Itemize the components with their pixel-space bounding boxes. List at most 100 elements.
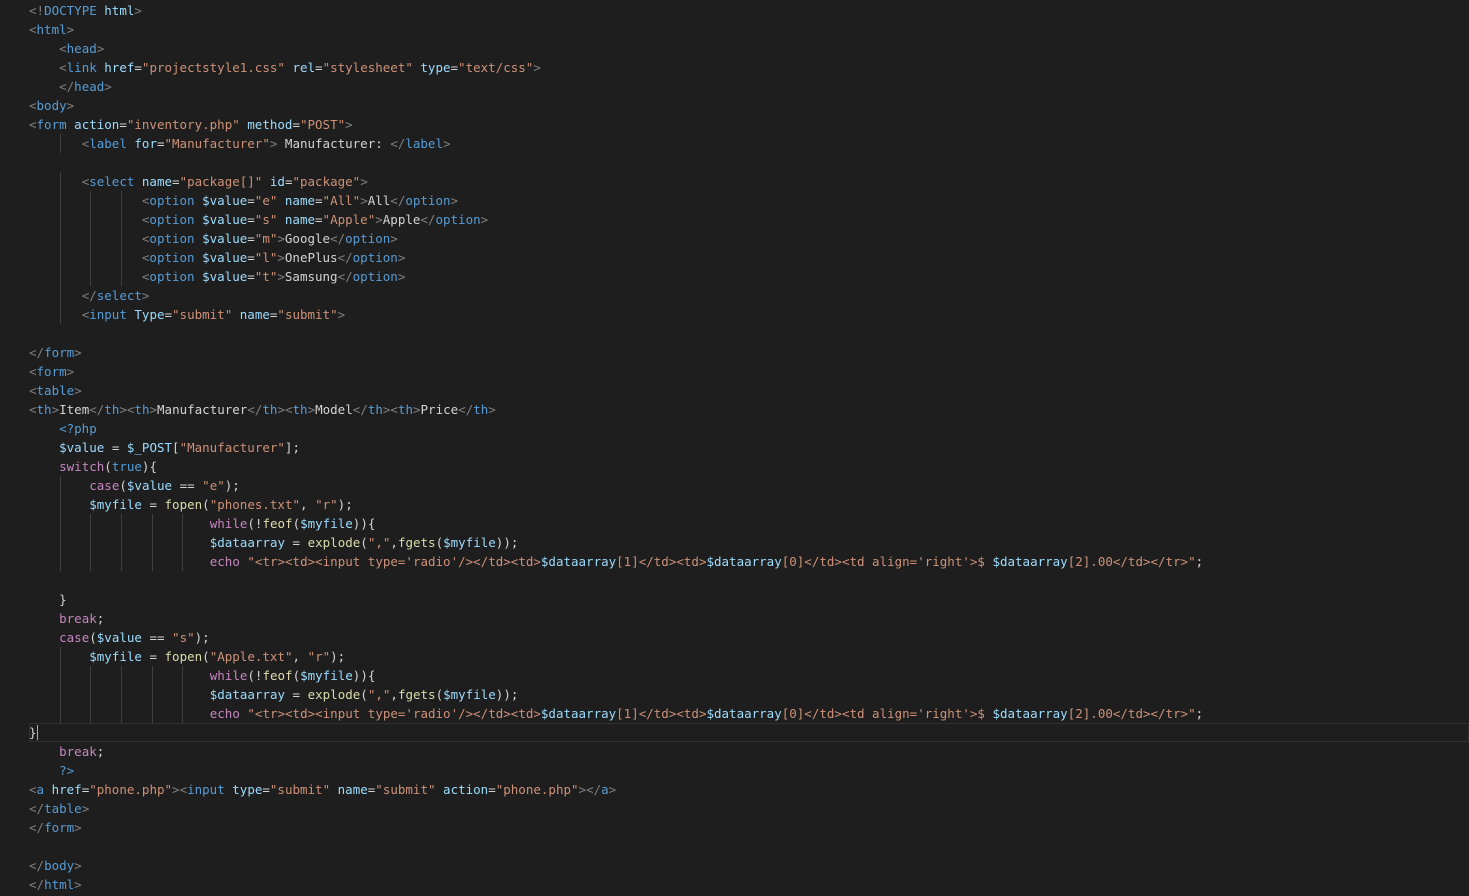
code-line[interactable]: <select name="package[]" id="package"> [0, 172, 1469, 191]
code-line[interactable]: $dataarray = explode(",",fgets($myfile))… [0, 533, 1469, 552]
code-line[interactable]: <head> [0, 39, 1469, 58]
line-number [0, 96, 4, 115]
code-text: <option $value="s" name="Apple">Apple</o… [141, 212, 489, 227]
code-text: while(!feof($myfile)){ [209, 516, 376, 531]
code-line[interactable]: </table> [0, 799, 1469, 818]
code-line[interactable]: </head> [0, 77, 1469, 96]
code-line[interactable]: <option $value="e" name="All">All</optio… [0, 191, 1469, 210]
line-number [0, 666, 4, 685]
code-text: </html> [29, 877, 82, 892]
code-line[interactable]: case($value == "s"); [0, 628, 1469, 647]
code-text: $myfile = fopen("Apple.txt", "r"); [89, 649, 346, 664]
code-line[interactable]: $myfile = fopen("phones.txt", "r"); [0, 495, 1469, 514]
code-line[interactable] [0, 571, 1469, 590]
line-number [0, 229, 4, 248]
line-number [0, 267, 4, 286]
line-number [0, 723, 4, 742]
code-text: case($value == "e"); [89, 478, 240, 493]
code-line[interactable]: <html> [0, 20, 1469, 39]
code-line[interactable]: break; [0, 742, 1469, 761]
code-text: <body> [29, 98, 75, 113]
line-number [0, 134, 4, 153]
code-line[interactable] [0, 153, 1469, 172]
code-line[interactable]: ?> [0, 761, 1469, 780]
line-number [0, 324, 4, 343]
code-text: } [59, 592, 67, 607]
code-line[interactable]: <form> [0, 362, 1469, 381]
code-line[interactable]: </form> [0, 818, 1469, 837]
code-line[interactable]: <link href="projectstyle1.css" rel="styl… [0, 58, 1469, 77]
line-number [0, 457, 4, 476]
code-line[interactable] [0, 837, 1469, 856]
code-line[interactable]: <input Type="submit" name="submit"> [0, 305, 1469, 324]
code-line[interactable]: <option $value="t">Samsung</option> [0, 267, 1469, 286]
code-line[interactable]: <th>Item</th><th>Manufacturer</th><th>Mo… [0, 400, 1469, 419]
code-line[interactable]: <body> [0, 96, 1469, 115]
code-text: <?php [59, 421, 97, 436]
code-line[interactable]: } [29, 723, 1469, 742]
code-line[interactable] [0, 324, 1469, 343]
code-text: <link href="projectstyle1.css" rel="styl… [59, 60, 541, 75]
code-line[interactable]: </select> [0, 286, 1469, 305]
code-text: $myfile = fopen("phones.txt", "r"); [89, 497, 353, 512]
code-line[interactable]: echo "<tr><td><input type='radio'/></td>… [0, 704, 1469, 723]
code-text: <option $value="e" name="All">All</optio… [141, 193, 459, 208]
code-line[interactable]: </form> [0, 343, 1469, 362]
code-text: $value = $_POST["Manufacturer"]; [59, 440, 300, 455]
code-text: case($value == "s"); [59, 630, 210, 645]
line-number [0, 58, 4, 77]
code-line[interactable]: case($value == "e"); [0, 476, 1469, 495]
line-number [0, 780, 4, 799]
line-number [0, 77, 4, 96]
code-text: </head> [59, 79, 112, 94]
line-number [0, 704, 4, 723]
line-number [0, 628, 4, 647]
code-line[interactable]: echo "<tr><td><input type='radio'/></td>… [0, 552, 1469, 571]
line-number [0, 495, 4, 514]
code-text: <option $value="m">Google</option> [141, 231, 398, 246]
code-line[interactable]: break; [0, 609, 1469, 628]
code-line[interactable]: <form action="inventory.php" method="POS… [0, 115, 1469, 134]
code-line[interactable]: <!DOCTYPE html> [0, 1, 1469, 20]
code-text: </form> [29, 820, 82, 835]
line-number [0, 590, 4, 609]
line-number [0, 438, 4, 457]
code-line[interactable]: <option $value="l">OnePlus</option> [0, 248, 1469, 267]
code-text: </select> [81, 288, 150, 303]
code-text: } [29, 725, 38, 740]
code-line[interactable]: <table> [0, 381, 1469, 400]
code-area[interactable]: <!DOCTYPE html> <html> <head> <link href=… [0, 1, 1469, 894]
code-editor[interactable]: <!DOCTYPE html> <html> <head> <link href=… [0, 0, 1469, 896]
code-line[interactable]: <a href="phone.php"><input type="submit"… [0, 780, 1469, 799]
code-text: <option $value="l">OnePlus</option> [141, 250, 406, 265]
code-text: <form action="inventory.php" method="POS… [29, 117, 353, 132]
code-text: break; [59, 744, 105, 759]
code-text: $dataarray = explode(",",fgets($myfile))… [209, 535, 519, 550]
code-text: <form> [29, 364, 75, 379]
code-text: <input Type="submit" name="submit"> [81, 307, 346, 322]
line-number [0, 248, 4, 267]
line-number [0, 210, 4, 229]
code-line[interactable]: while(!feof($myfile)){ [0, 514, 1469, 533]
line-number [0, 400, 4, 419]
code-line[interactable]: <?php [0, 419, 1469, 438]
code-line[interactable]: switch(true){ [0, 457, 1469, 476]
code-text: echo "<tr><td><input type='radio'/></td>… [209, 554, 1204, 569]
line-number [0, 609, 4, 628]
code-line[interactable]: } [0, 590, 1469, 609]
code-line[interactable]: $value = $_POST["Manufacturer"]; [0, 438, 1469, 457]
code-line[interactable]: while(!feof($myfile)){ [0, 666, 1469, 685]
code-line[interactable]: </body> [0, 856, 1469, 875]
code-line[interactable]: <label for="Manufacturer"> Manufacturer:… [0, 134, 1469, 153]
code-line[interactable]: </html> [0, 875, 1469, 894]
code-line[interactable]: $myfile = fopen("Apple.txt", "r"); [0, 647, 1469, 666]
line-number [0, 552, 4, 571]
code-line[interactable]: <option $value="s" name="Apple">Apple</o… [0, 210, 1469, 229]
line-number [0, 191, 4, 210]
code-line[interactable]: <option $value="m">Google</option> [0, 229, 1469, 248]
text-cursor [36, 725, 38, 740]
code-text: <a href="phone.php"><input type="submit"… [29, 782, 617, 797]
line-number [0, 799, 4, 818]
line-number [0, 1, 4, 20]
code-line[interactable]: $dataarray = explode(",",fgets($myfile))… [0, 685, 1469, 704]
